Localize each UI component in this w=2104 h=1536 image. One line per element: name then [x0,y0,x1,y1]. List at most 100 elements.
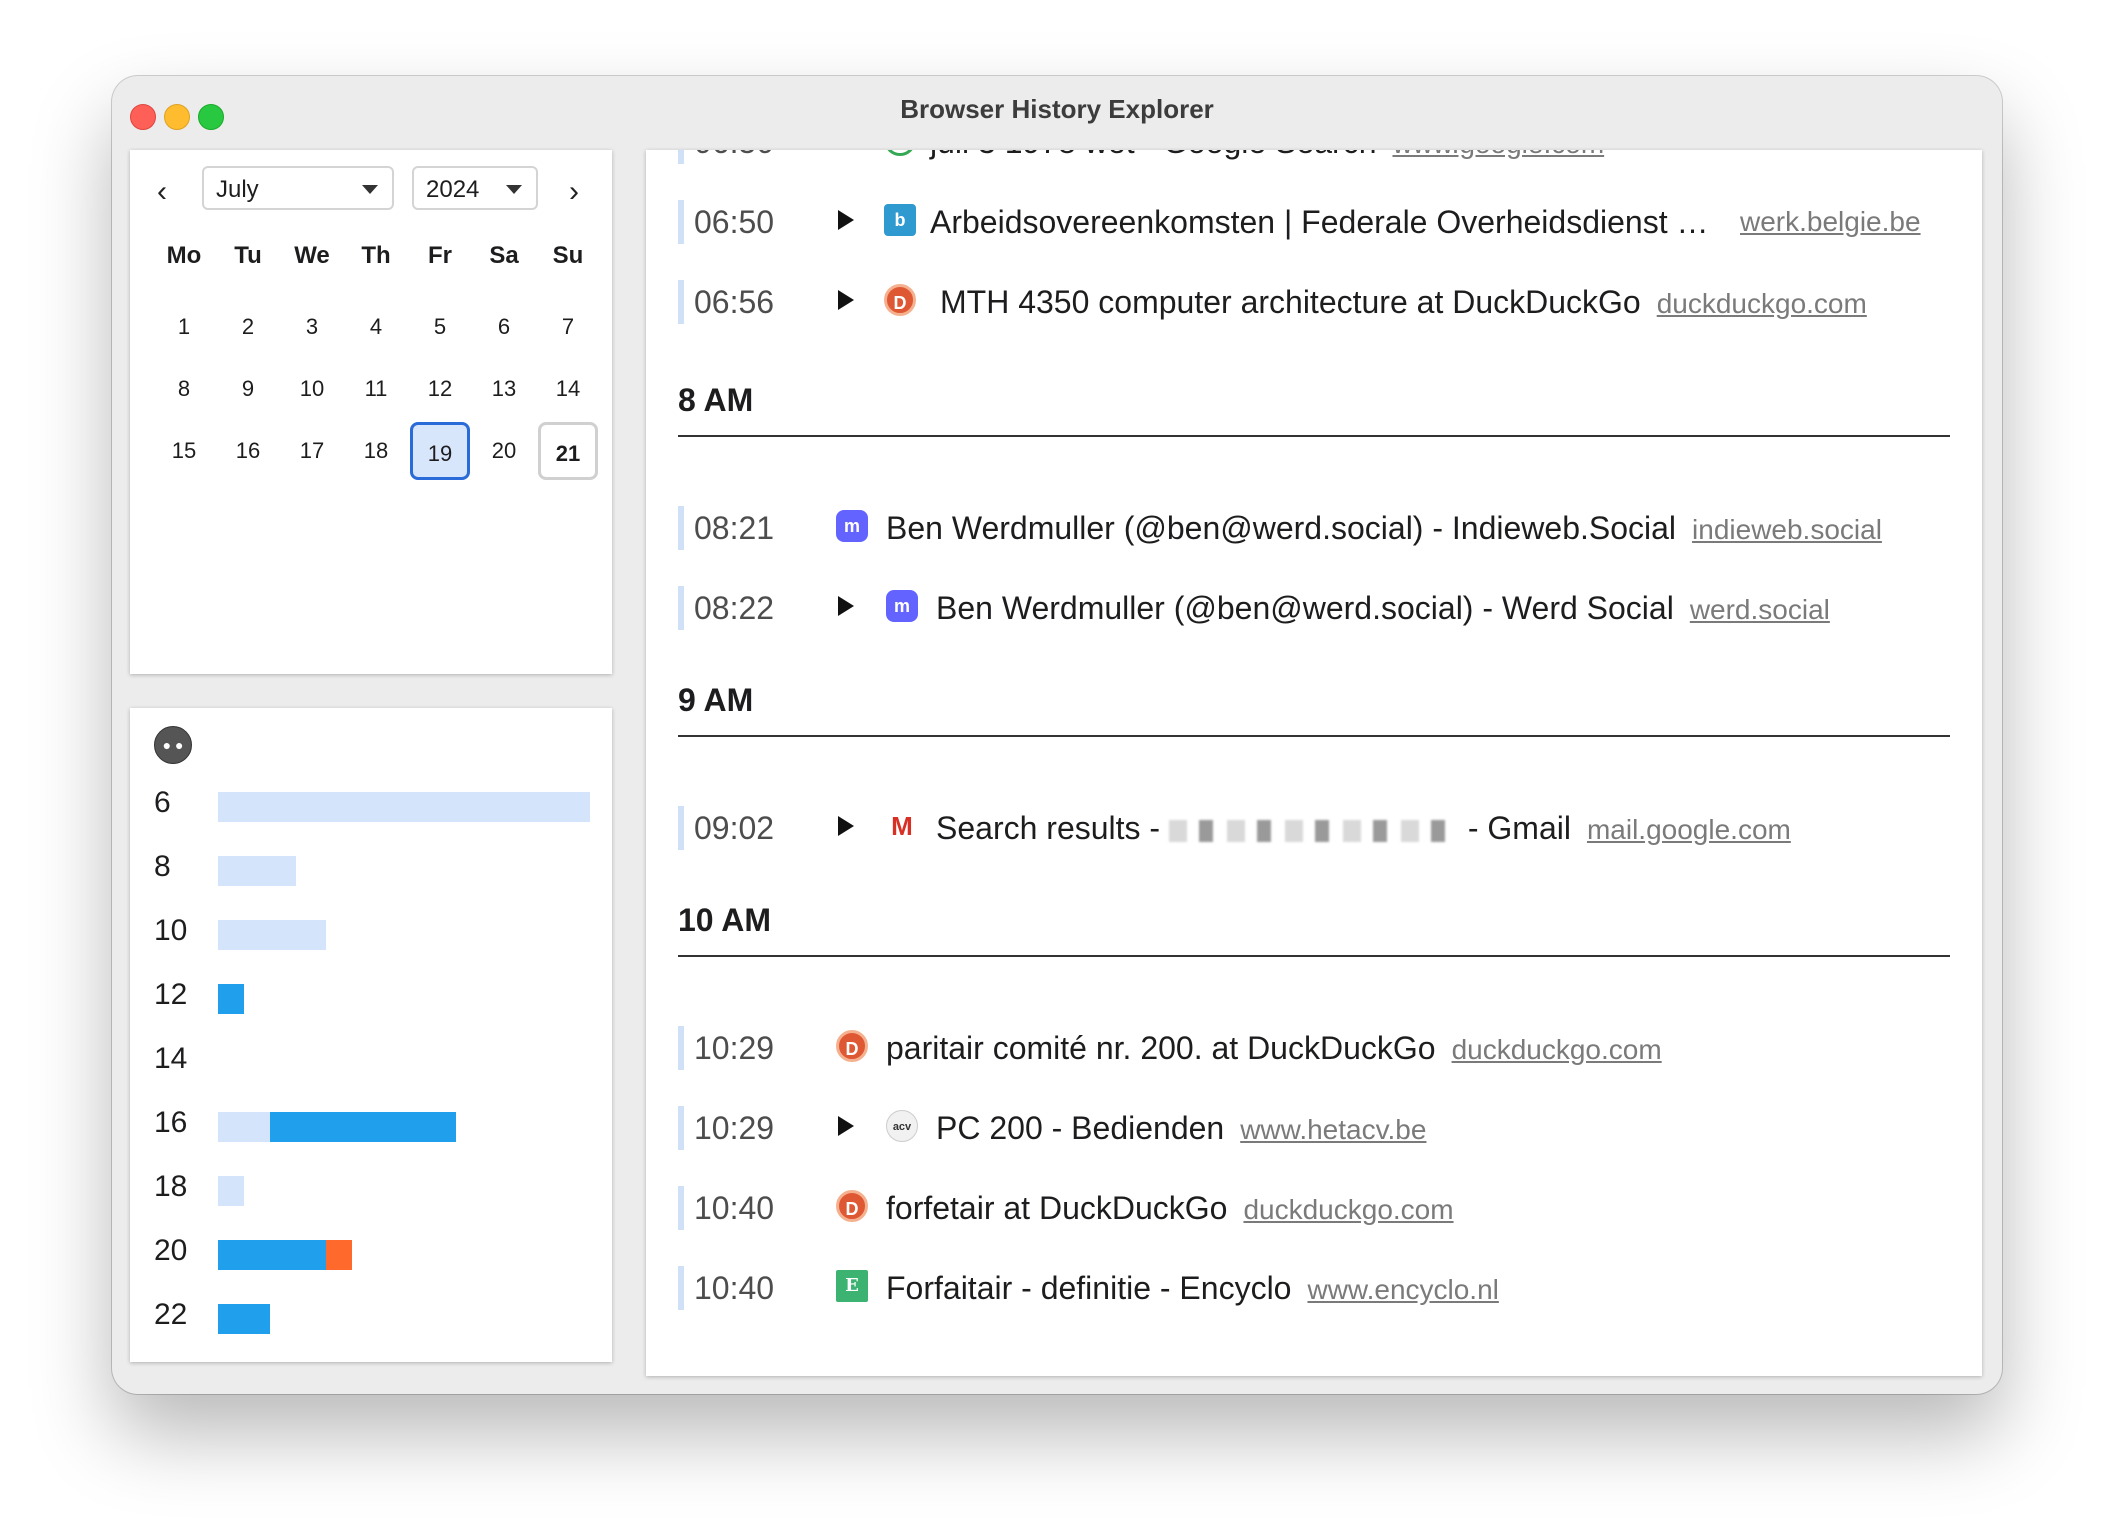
entry-domain[interactable]: duckduckgo.com [1452,1034,1662,1065]
hour-bar[interactable] [218,1240,590,1270]
calendar-panel: ‹ July 2024 › Mo Tu We Th Fr Sa Su 1 2 3 4 5 6 7 8 9 10 1… [130,150,612,674]
calendar-day[interactable]: 2 [218,298,278,356]
hetacv-icon: acv [886,1110,918,1142]
calendar-day[interactable]: 21 [538,422,598,480]
history-list-panel: 06:50 G juli 3 1978 wet - Google Searchw… [646,150,1982,1376]
calendar-day[interactable]: 15 [154,422,214,480]
calendar-day[interactable]: 10 [282,360,342,418]
hour-bar-segment-blue [270,1112,456,1142]
hour-label: 12 [154,978,188,1011]
calendar-day[interactable]: 1 [154,298,214,356]
title-bar: Browser History Explorer [112,76,2002,150]
calendar-day[interactable]: 20 [474,422,534,480]
hour-bar[interactable] [218,1304,590,1334]
history-entry[interactable]: 09:02 M Search results - - Gmail mail.goo… [646,800,1982,860]
month-select[interactable]: July [202,166,394,210]
weekday-header: Fr [428,242,452,269]
entry-title[interactable]: juli 3 1978 wet - Google Searchwww.googl… [930,150,1604,166]
window-title: Browser History Explorer [900,94,1214,124]
hour-label: 10 [154,914,188,947]
hour-bar-segment-light [218,856,296,886]
hour-label: 16 [154,1106,188,1139]
entry-title[interactable]: PC 200 - Bedienden www.hetacv.be [936,1106,1426,1152]
entry-domain[interactable]: duckduckgo.com [1243,1194,1453,1225]
calendar-day[interactable]: 5 [410,298,470,356]
entry-title[interactable]: forfetair at DuckDuckGo duckduckgo.com [886,1186,1454,1232]
chevron-left-icon[interactable]: ‹ [142,172,182,212]
entry-title[interactable]: paritair comité nr. 200. at DuckDuckGo du… [886,1026,1662,1072]
entry-time: 06:56 [678,280,774,324]
calendar-day[interactable]: 13 [474,360,534,418]
year-select[interactable]: 2024 [412,166,538,210]
hour-bar-segment-light [218,1112,270,1142]
hour-bar[interactable] [218,1112,590,1142]
history-entry[interactable]: 10:29 acv PC 200 - Bedienden www.hetacv.b… [646,1100,1982,1160]
expand-play-icon[interactable] [838,290,854,310]
entry-time: 06:50 [678,150,774,164]
chevron-right-icon[interactable]: › [554,172,594,212]
entry-title[interactable]: Arbeidsovereenkomsten | Federale Overhei… [930,200,1708,244]
entry-time: 08:21 [678,506,774,550]
entry-title[interactable]: Ben Werdmuller (@ben@werd.social) - Werd… [936,586,1830,632]
history-entry[interactable]: 10:40 D forfetair at DuckDuckGo duckduckg… [646,1180,1982,1240]
entry-domain[interactable]: werd.social [1690,594,1830,625]
entry-title[interactable]: MTH 4350 computer architecture at DuckDu… [940,280,1867,326]
calendar-day[interactable]: 16 [218,422,278,480]
expand-play-icon[interactable] [838,816,854,836]
weekday-header: Mo [166,242,202,269]
hour-bar[interactable] [218,920,590,950]
calendar-day[interactable]: 4 [346,298,406,356]
entry-domain[interactable]: www.encyclo.nl [1307,1274,1498,1305]
hour-label: 6 [154,786,171,819]
entry-title[interactable]: Ben Werdmuller (@ben@werd.social) - Indi… [886,506,1882,552]
history-entry[interactable]: 10:29 D paritair comité nr. 200. at Duck… [646,1020,1982,1080]
history-entry[interactable]: 10:40 E Forfaitair - definitie - Encyclo… [646,1260,1982,1320]
belgie-icon: b [884,204,916,236]
calendar-day[interactable]: 8 [154,360,214,418]
hour-bar[interactable] [218,856,590,886]
history-entry[interactable]: 06:50 G juli 3 1978 wet - Google Searchw… [646,150,1982,174]
entry-domain[interactable]: www.hetacv.be [1240,1114,1426,1145]
calendar-day[interactable]: 14 [538,360,598,418]
hour-bar[interactable] [218,1048,590,1078]
entry-title[interactable]: Forfaitair - definitie - Encyclo www.ency… [886,1266,1499,1312]
calendar-day[interactable]: 12 [410,360,470,418]
expand-play-icon[interactable] [838,596,854,616]
history-entry[interactable]: 08:21 m Ben Werdmuller (@ben@werd.social… [646,500,1982,560]
hour-bar-segment-blue [218,1240,326,1270]
hour-bar[interactable] [218,792,590,822]
entry-title[interactable]: Search results - - Gmail mail.google.com [936,806,1791,852]
calendar-day[interactable]: 9 [218,360,278,418]
entry-domain[interactable]: duckduckgo.com [1657,288,1867,319]
calendar-day[interactable]: 18 [346,422,406,480]
mastodon-icon: m [836,510,868,542]
redacted-text [1168,819,1459,842]
hour-bar-segment-blue [218,1304,270,1334]
hour-histogram-panel: ● ● 6 8 10 12 14 16 18 20 22 [130,708,612,1362]
entry-domain[interactable]: mail.google.com [1587,814,1791,845]
expand-play-icon[interactable] [838,210,854,230]
history-entry[interactable]: 08:22 m Ben Werdmuller (@ben@werd.social… [646,580,1982,640]
calendar-day[interactable]: 17 [282,422,342,480]
duckduckgo-icon: D [836,1030,868,1062]
avatar-icon[interactable]: ● ● [154,726,192,764]
weekday-header: Th [361,242,391,269]
history-entry[interactable]: 06:50 b Arbeidsovereenkomsten | Federale… [646,194,1982,254]
weekday-header: Tu [234,242,262,269]
hour-bar[interactable] [218,984,590,1014]
entry-time: 08:22 [678,586,774,630]
entry-domain[interactable]: werk.belgie.be [1740,200,1921,244]
calendar-day[interactable]: 19 [410,422,470,480]
calendar-day[interactable]: 7 [538,298,598,356]
history-entry[interactable]: 06:56 D MTH 4350 computer architecture a… [646,274,1982,334]
weekday-header: Su [552,242,584,269]
calendar-day[interactable]: 11 [346,360,406,418]
expand-play-icon[interactable] [838,1116,854,1136]
calendar-day[interactable]: 6 [474,298,534,356]
hour-bar[interactable] [218,1176,590,1206]
entry-domain[interactable]: www.google.com [1392,150,1604,159]
hour-label: 18 [154,1170,188,1203]
hour-heading-10am: 10 AM [678,902,1950,957]
entry-domain[interactable]: indieweb.social [1692,514,1882,545]
calendar-day[interactable]: 3 [282,298,342,356]
